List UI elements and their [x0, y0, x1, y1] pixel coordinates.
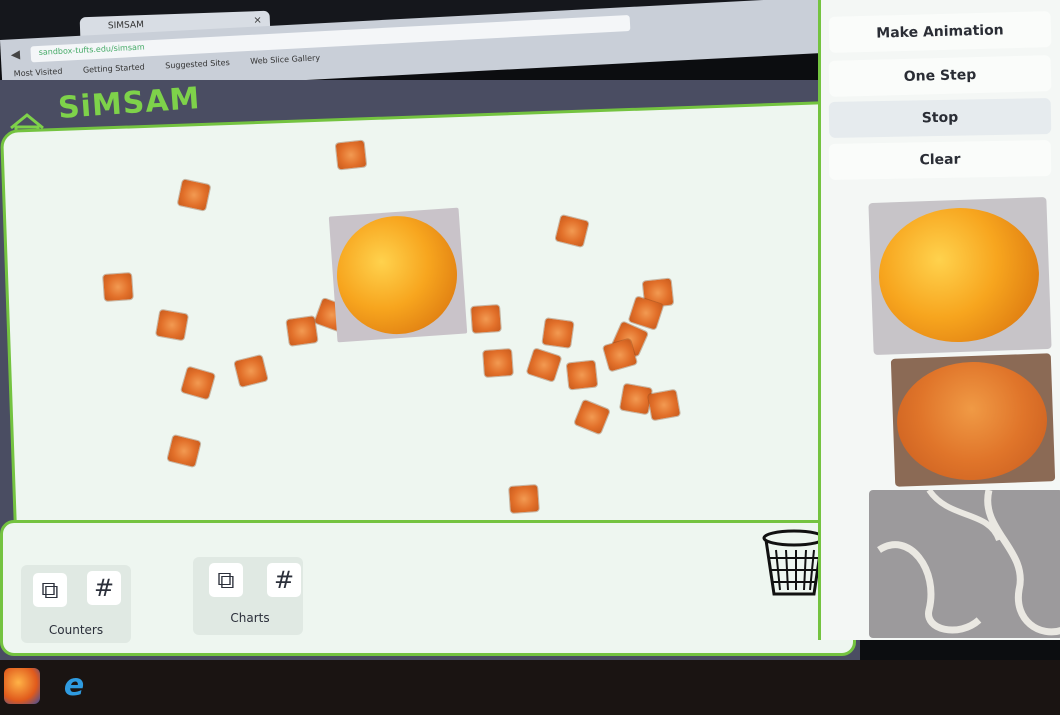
- orange-image: [333, 212, 461, 339]
- one-step-button[interactable]: One Step: [828, 55, 1052, 97]
- sprite-frame-peeled-orange[interactable]: [890, 353, 1056, 487]
- orange-piece-sprite[interactable]: [509, 485, 539, 513]
- orange-image: [876, 205, 1042, 345]
- bookmark-most-visited[interactable]: Most Visited: [14, 67, 63, 79]
- hash-icon[interactable]: #: [87, 571, 121, 605]
- stop-button[interactable]: Stop: [828, 98, 1052, 138]
- orange-piece-sprite[interactable]: [566, 360, 598, 390]
- bookmark-web-slice-gallery[interactable]: Web Slice Gallery: [250, 53, 320, 66]
- orange-piece-sprite[interactable]: [177, 179, 211, 211]
- orange-piece-sprite[interactable]: [647, 389, 681, 421]
- orange-piece-sprite[interactable]: [335, 140, 367, 170]
- sidebar: Make Animation One Step Stop Clear: [818, 0, 1060, 640]
- charts-tool[interactable]: ⧉ # Charts: [193, 557, 303, 635]
- orange-piece-sprite[interactable]: [471, 305, 501, 333]
- charts-label: Charts: [230, 611, 270, 625]
- copy-icon[interactable]: ⧉: [33, 573, 67, 607]
- copy-icon[interactable]: ⧉: [209, 563, 243, 597]
- trash-icon[interactable]: [762, 528, 826, 600]
- sprite-frame-orange[interactable]: [868, 196, 1052, 356]
- bookmark-suggested-sites[interactable]: Suggested Sites: [165, 58, 230, 70]
- orange-piece-sprite[interactable]: [103, 273, 133, 301]
- hash-icon[interactable]: #: [267, 563, 301, 597]
- clear-button[interactable]: Clear: [828, 140, 1052, 180]
- orange-piece-sprite[interactable]: [483, 349, 513, 377]
- counters-label: Counters: [48, 623, 104, 637]
- bookmark-getting-started[interactable]: Getting Started: [83, 62, 145, 74]
- orange-piece-sprite[interactable]: [155, 309, 189, 341]
- browser-tab-title: SIMSAM: [107, 20, 145, 32]
- close-tab-icon[interactable]: ×: [253, 15, 262, 26]
- sprite-frame-rope[interactable]: [869, 490, 1060, 638]
- firefox-icon[interactable]: [4, 668, 40, 704]
- os-taskbar: e: [0, 660, 1060, 715]
- orange-piece-sprite[interactable]: [542, 318, 574, 348]
- orange-piece-sprite[interactable]: [619, 383, 653, 415]
- internet-explorer-icon[interactable]: e: [56, 668, 92, 704]
- tools-panel: ⧉ # Counters ⧉ # Charts: [0, 520, 856, 656]
- whole-orange-sprite[interactable]: [328, 207, 468, 343]
- rope-image: [877, 490, 1060, 636]
- back-arrow-icon[interactable]: ◀: [10, 47, 20, 61]
- counters-tool[interactable]: ⧉ # Counters: [21, 565, 131, 643]
- orange-piece-sprite[interactable]: [286, 316, 318, 346]
- orange-half-image: [895, 359, 1050, 483]
- make-animation-button[interactable]: Make Animation: [828, 11, 1052, 53]
